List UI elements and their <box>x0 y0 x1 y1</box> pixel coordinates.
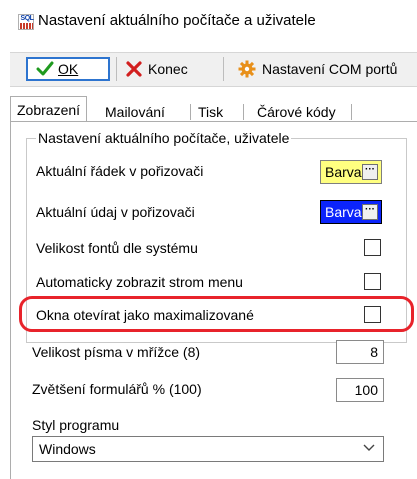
checkmark-icon <box>36 61 54 76</box>
tab-divider <box>190 104 191 120</box>
grid-font-size-input[interactable]: 8 <box>336 340 384 364</box>
tab-zobrazeni[interactable]: Zobrazení <box>10 96 88 122</box>
red-highlight-outline <box>19 296 414 332</box>
system-font-size-checkbox[interactable] <box>364 239 381 256</box>
current-field-color-value: Barva <box>325 204 362 220</box>
tab-carove-kody[interactable]: Čárové kódy <box>257 102 336 122</box>
ellipsis-button[interactable]: ··· <box>362 204 378 220</box>
current-row-color-field[interactable]: Barva ··· <box>320 160 382 184</box>
groupbox-legend: Nastavení aktuálního počítače, uživatele <box>36 130 292 146</box>
app-icon-stripe <box>20 23 33 29</box>
system-font-size-label: Velikost fontů dle systému <box>36 240 198 256</box>
current-row-color-value: Barva <box>325 164 362 180</box>
form-zoom-label: Zvětšení formulářů % (100) <box>32 381 202 397</box>
auto-menu-tree-checkbox[interactable] <box>364 273 381 290</box>
tab-divider <box>351 104 352 120</box>
current-field-color-field[interactable]: Barva ··· <box>320 200 382 224</box>
close-x-icon <box>126 61 142 77</box>
sql-app-icon[interactable]: SQL <box>18 14 34 30</box>
grid-font-size-label: Velikost písma v mřížce (8) <box>32 344 201 360</box>
tab-strip: Zobrazení Mailování Tisk Čárové kódy <box>10 96 417 122</box>
program-style-select[interactable]: Windows <box>32 436 384 462</box>
com-ports-button-label: Nastavení COM portů <box>262 61 398 77</box>
ok-button[interactable]: OK <box>26 57 110 81</box>
tab-divider <box>243 104 244 120</box>
ok-button-label: OK <box>58 61 79 77</box>
title-bar: SQL Nastavení aktuálního počítače a uživ… <box>0 0 417 44</box>
tab-mailovani[interactable]: Mailování <box>105 102 165 122</box>
form-zoom-input[interactable]: 100 <box>336 378 384 402</box>
toolbar: OK Konec Nastavení COM portů <box>10 52 417 87</box>
konec-button[interactable]: Konec <box>126 58 188 80</box>
app-icon-text: SQL <box>20 15 34 22</box>
chevron-down-icon <box>363 444 375 451</box>
com-ports-button[interactable]: Nastavení COM portů <box>238 58 397 80</box>
current-row-label: Aktuální řádek v pořizovači <box>36 163 204 179</box>
tab-tisk[interactable]: Tisk <box>198 102 223 122</box>
program-style-value: Windows <box>39 441 96 457</box>
gear-icon <box>238 60 256 78</box>
auto-menu-tree-label: Automaticky zobrazit strom menu <box>36 274 243 290</box>
konec-button-label: Konec <box>148 61 188 77</box>
program-style-label: Styl programu <box>32 417 120 433</box>
window-title: Nastavení aktuálního počítače a uživatel… <box>38 12 316 29</box>
toolbar-separator <box>223 57 224 81</box>
ellipsis-button[interactable]: ··· <box>362 164 378 180</box>
current-field-label: Aktuální údaj v pořizovači <box>36 204 195 220</box>
toolbar-separator <box>116 57 117 81</box>
